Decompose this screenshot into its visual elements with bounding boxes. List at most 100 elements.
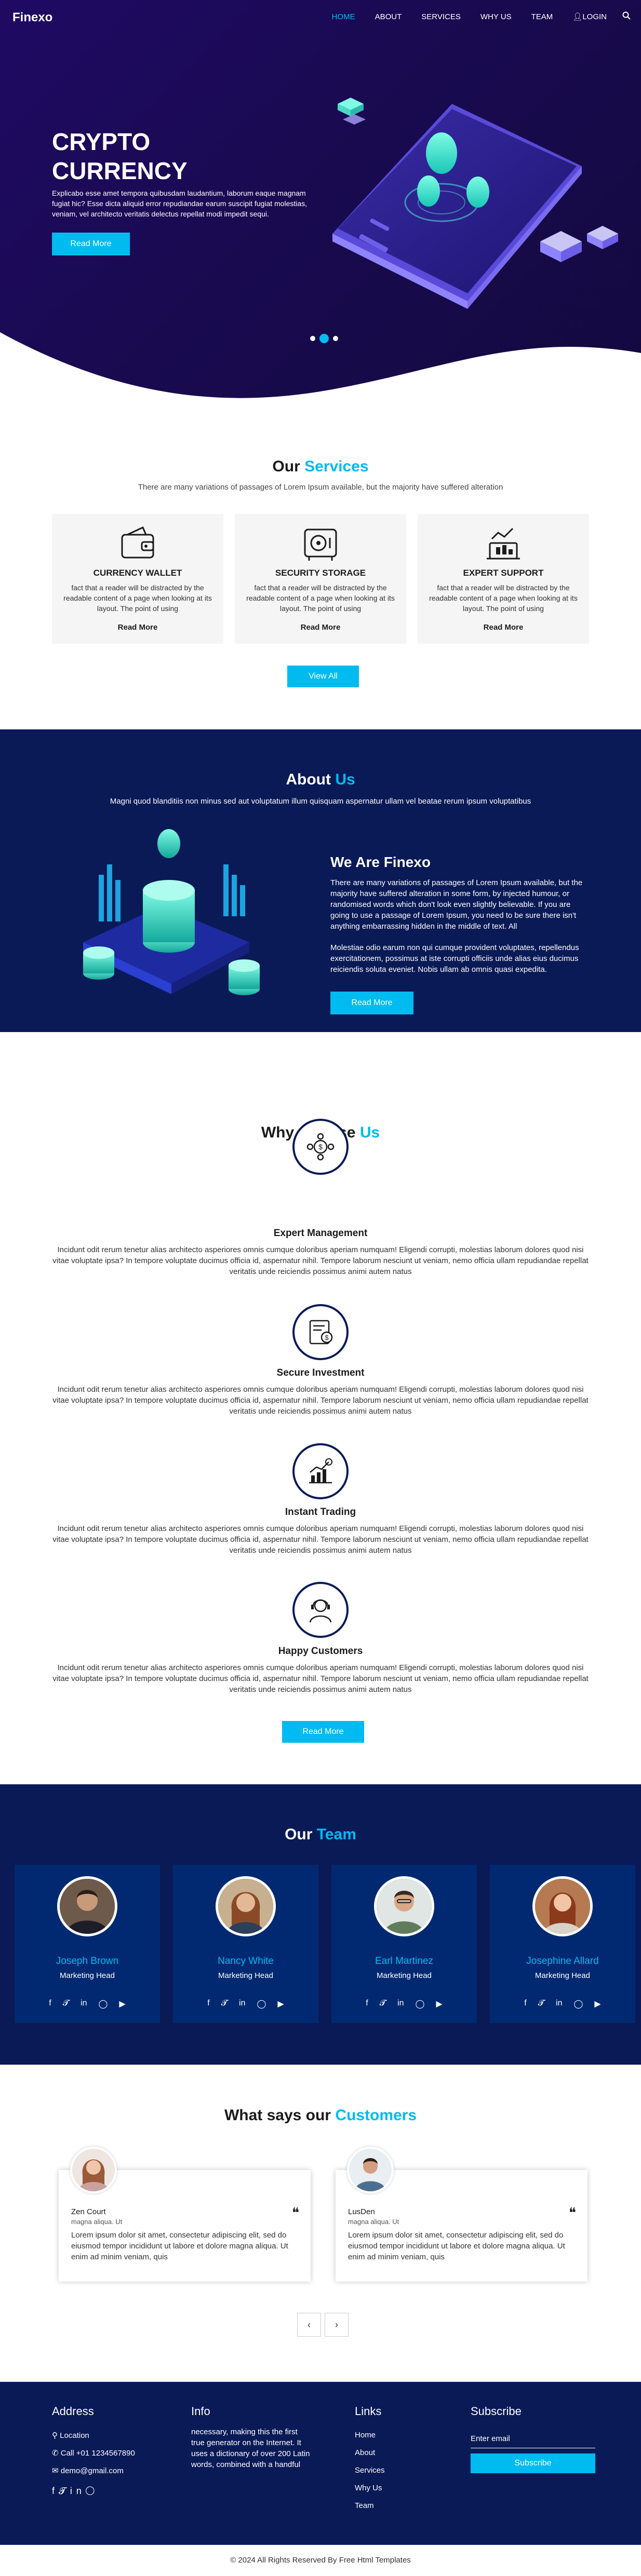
why-item-desc: Incidunt odit rerum tenetur alias archit… [52,1663,589,1694]
hero-read-more-button[interactable]: Read More [52,233,130,255]
facebook-icon[interactable]: f [524,1999,526,2009]
about-read-more-button[interactable]: Read More [330,992,413,1014]
svg-text:$: $ [318,1143,323,1151]
service-read-more-link[interactable]: Read More [418,623,589,632]
nav-why-us[interactable]: WHY US [480,12,512,21]
footer-email[interactable]: ✉︎ demo@gmail.com [52,2466,124,2475]
search-icon[interactable] [622,11,631,22]
facebook-icon[interactable]: f [207,1999,209,2009]
why-item-title: Happy Customers [278,1646,363,1657]
clients-title: What says our Customers [0,2107,641,2124]
youtube-icon[interactable]: ▶ [277,1999,284,2009]
service-title: CURRENCY WALLET [93,568,182,578]
linkedin-icon[interactable]: in [239,1999,245,2009]
linkedin-icon[interactable]: in [556,1999,562,2009]
why-item-title: Instant Trading [285,1507,356,1517]
facebook-icon[interactable]: f [366,1999,368,2009]
facebook-icon[interactable]: f [49,1999,51,2009]
footer-phone[interactable]: ✆︎ Call +01 1234567890 [52,2448,135,2458]
view-all-button[interactable]: View All [287,666,359,687]
footer-info-text: necessary, making this the first true ge… [191,2428,310,2469]
footer-link-team[interactable]: Team [355,2501,374,2510]
nav-team[interactable]: TEAM [531,12,553,21]
avatar [70,2147,117,2193]
service-read-more-link[interactable]: Read More [235,623,406,632]
why-title-b: Us [359,1124,380,1141]
instagram-icon[interactable]: ◯ [573,1999,583,2009]
about-coins-illustration [83,829,260,995]
about-paragraph-1: There are many variations of passages of… [330,878,583,931]
team-title-b: Team [316,1826,356,1843]
clients-title-b: Customers [335,2107,417,2124]
social-links: f 𝓣in ◯ ▶ [331,1999,477,2009]
service-read-more-link[interactable]: Read More [52,623,223,632]
twitter-icon[interactable]: 𝓣 [380,1999,386,2009]
copyright: © 2024 All Rights Reserved By Free Html … [0,2545,641,2576]
avatar [347,2147,394,2193]
team-card: Earl Martinez Marketing Head f 𝓣in ◯ ▶ [331,1865,477,2023]
client-name: LusDen [348,2207,375,2216]
team-title: Our Team [0,1826,641,1843]
twitter-icon[interactable]: 𝓣 [59,2486,70,2496]
why-item-title: Expert Management [273,1228,368,1239]
linkedin-icon[interactable]: in [70,2486,86,2496]
footer-location-text: Location [60,2431,89,2440]
footer-link-why-us[interactable]: Why Us [355,2484,382,2492]
twitter-icon[interactable]: 𝓣 [63,1999,69,2009]
twitter-icon[interactable]: 𝓣 [221,1999,228,2009]
youtube-icon[interactable]: ▶ [594,1999,600,2009]
support-icon [487,527,520,560]
linkedin-icon[interactable]: in [81,1999,87,2009]
facebook-icon[interactable]: f [52,2486,59,2496]
nav-login[interactable]: 👤︎LOGIN [572,12,607,21]
footer-location[interactable]: ⚲︎ Location [52,2431,89,2440]
nav-services[interactable]: SERVICES [421,12,461,21]
footer-link-home[interactable]: Home [355,2431,376,2439]
linkedin-icon[interactable]: in [397,1999,404,2009]
youtube-icon[interactable]: ▶ [119,1999,125,2009]
site-logo[interactable]: Finexo [12,10,52,25]
footer-link-about[interactable]: About [355,2448,375,2457]
footer-links-heading: Links [355,2405,382,2418]
team-member-name: Josephine Allard [526,1956,599,1967]
footer-email-text: demo@gmail.com [60,2466,124,2475]
social-links: f 𝓣in ◯ ▶ [490,1999,635,2009]
services-title-b: Services [304,458,369,475]
subscribe-email-input[interactable] [471,2430,595,2448]
twitter-icon[interactable]: 𝓣 [538,1999,544,2009]
svg-text:$: $ [325,1334,329,1341]
subscribe-button[interactable]: Subscribe [471,2453,595,2473]
team-card: Joseph Brown Marketing Head f 𝓣in ◯ ▶ [15,1865,160,2023]
services-title-a: Our [272,458,300,475]
hero-wave [0,332,641,415]
team-card: Josephine Allard Marketing Head f 𝓣in ◯ ▶ [490,1865,635,2023]
youtube-icon[interactable]: ▶ [436,1999,442,2009]
customers-icon [292,1582,349,1638]
team-member-role: Marketing Head [377,1971,432,1980]
footer-address-heading: Address [52,2405,94,2418]
avatar [216,1876,276,1936]
service-desc: fact that a reader will be distracted by… [429,584,578,613]
footer-link-services[interactable]: Services [355,2466,385,2475]
nav-about[interactable]: ABOUT [375,12,402,21]
instagram-icon[interactable]: ◯ [86,2486,99,2496]
next-button[interactable]: › [325,2313,349,2337]
prev-button[interactable]: ‹ [297,2313,321,2337]
service-card: SECURITY STORAGE fact that a reader will… [235,514,406,644]
hero-title-line2: CURRENCY [52,157,188,184]
instagram-icon[interactable]: ◯ [257,1999,266,2009]
main-nav: HOME ABOUT SERVICES WHY US TEAM 👤︎LOGIN [312,11,631,22]
team-member-role: Marketing Head [60,1971,115,1980]
nav-home[interactable]: HOME [332,12,355,21]
envelope-icon: ✉︎ [52,2466,59,2475]
instagram-icon[interactable]: ◯ [98,1999,108,2009]
why-read-more-button[interactable]: Read More [282,1721,364,1743]
quote-icon: ❝ [569,2205,576,2220]
service-title: EXPERT SUPPORT [463,568,544,578]
hero-section: Finexo HOME ABOUT SERVICES WHY US TEAM 👤… [0,0,641,415]
services-title: Our Services [0,458,641,476]
user-icon: 👤︎ [572,12,583,21]
instagram-icon[interactable]: ◯ [415,1999,424,2009]
phone-icon: ✆︎ [52,2449,59,2458]
about-section: About Us Magni quod blanditiis non minus… [0,729,641,1032]
